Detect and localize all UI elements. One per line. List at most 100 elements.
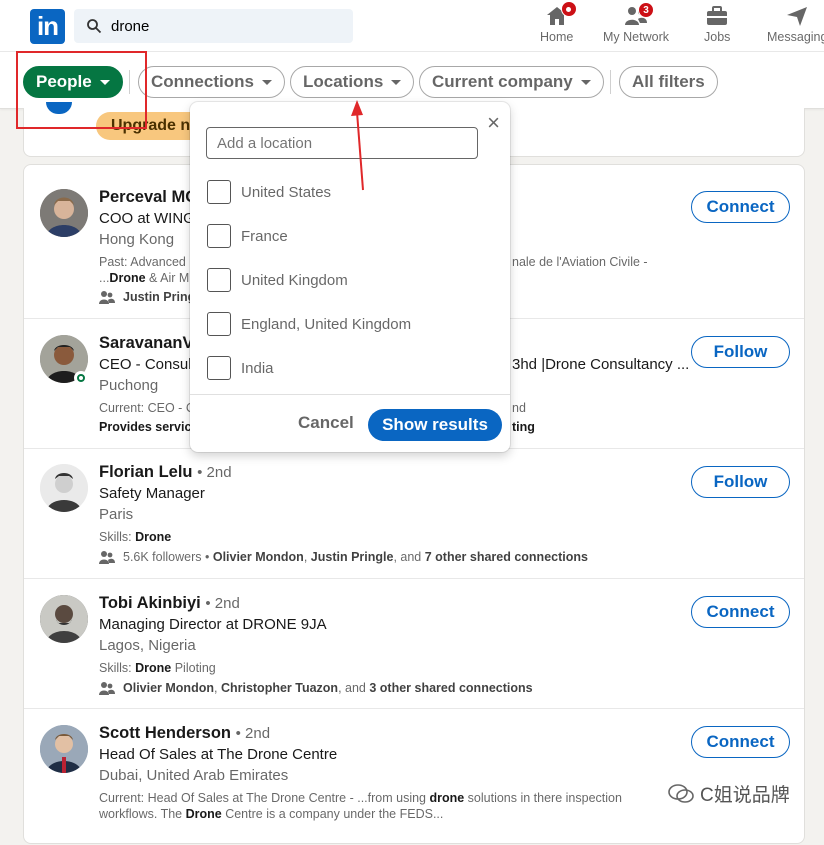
show-results-button[interactable]: Show results bbox=[368, 409, 502, 441]
filter-label: All filters bbox=[632, 72, 705, 91]
checkbox[interactable] bbox=[207, 224, 231, 248]
followers-count: 5.6K followers • bbox=[123, 550, 213, 564]
summary-line: workflows. The Drone Centre is a company… bbox=[99, 807, 443, 821]
mutual-connection[interactable]: Olivier Mondon bbox=[123, 681, 214, 695]
summary-line: ...Drone & Air M bbox=[99, 271, 189, 285]
location-option[interactable]: United Kingdom bbox=[207, 268, 348, 292]
location-option[interactable]: England, United Kingdom bbox=[207, 312, 411, 336]
filter-connections[interactable]: Connections bbox=[138, 66, 285, 98]
summary-text: solutions in there inspection bbox=[464, 791, 622, 805]
mutual-connection[interactable]: Olivier Mondon bbox=[213, 550, 304, 564]
person-name[interactable]: Scott Henderson bbox=[99, 724, 231, 742]
cancel-button[interactable]: Cancel bbox=[298, 413, 354, 433]
watermark-text: C姐说品牌 bbox=[700, 785, 790, 806]
close-icon[interactable]: × bbox=[487, 110, 500, 136]
caret-down-icon bbox=[580, 79, 591, 85]
watermark: C姐说品牌 bbox=[668, 780, 790, 807]
summary-line: nale de l'Aviation Civile - bbox=[512, 255, 648, 269]
person-location: Puchong bbox=[99, 377, 159, 394]
nav-my-network[interactable]: 3 My Network bbox=[603, 2, 669, 44]
connect-button[interactable]: Connect bbox=[691, 191, 790, 223]
avatar[interactable] bbox=[40, 464, 88, 512]
summary-highlight: ting bbox=[512, 420, 535, 434]
nav-label: Home bbox=[540, 30, 574, 44]
other-connections-link[interactable]: 7 other shared connections bbox=[425, 550, 588, 564]
caret-down-icon bbox=[391, 79, 402, 85]
linkedin-logo[interactable]: in bbox=[30, 9, 65, 44]
option-label: England, United Kingdom bbox=[241, 315, 412, 333]
follow-button[interactable]: Follow bbox=[691, 466, 790, 498]
summary-text: Centre is a company under the FEDS... bbox=[221, 807, 444, 821]
filter-current-company[interactable]: Current company bbox=[419, 66, 604, 98]
filter-label: Locations bbox=[303, 72, 384, 91]
locations-dropdown: × United States France United Kingdom En… bbox=[190, 102, 510, 452]
person-headline: COO at WING bbox=[99, 210, 195, 227]
connect-button[interactable]: Connect bbox=[691, 726, 790, 758]
home-icon bbox=[545, 1, 577, 28]
person-name[interactable]: Florian Lelu bbox=[99, 463, 193, 481]
person-name[interactable]: Tobi Akinbiyi bbox=[99, 594, 201, 612]
filter-locations[interactable]: Locations bbox=[290, 66, 415, 98]
separator-text: , and bbox=[338, 681, 370, 695]
person-name[interactable]: SaravananV bbox=[99, 334, 193, 353]
summary-line: Past: Advanced bbox=[99, 255, 186, 269]
shared-text: Olivier Mondon, Christopher Tuazon, and … bbox=[123, 681, 533, 695]
connect-button[interactable]: Connect bbox=[691, 596, 790, 628]
divider bbox=[610, 70, 611, 94]
search-input[interactable]: drone bbox=[111, 18, 149, 35]
option-label: United Kingdom bbox=[241, 271, 348, 289]
send-icon bbox=[785, 4, 809, 28]
mutual-connection[interactable]: Christopher Tuazon bbox=[221, 681, 338, 695]
summary-line: ting bbox=[512, 420, 535, 434]
wechat-icon bbox=[668, 783, 694, 803]
person-headline: Safety Manager bbox=[99, 485, 205, 502]
checkbox[interactable] bbox=[207, 180, 231, 204]
skills-label: Skills: bbox=[99, 530, 136, 544]
separator-text: , bbox=[303, 550, 311, 564]
other-connections-link[interactable]: 3 other shared connections bbox=[369, 681, 532, 695]
person-name-row: Tobi Akinbiyi • 2nd bbox=[99, 594, 240, 613]
nav-messaging[interactable]: Messaging bbox=[767, 4, 824, 44]
skills-text: Piloting bbox=[171, 661, 216, 675]
avatar[interactable] bbox=[40, 595, 88, 643]
nav-home[interactable]: Home bbox=[540, 1, 577, 44]
online-dot bbox=[77, 374, 85, 382]
people-icon bbox=[99, 682, 115, 695]
person-name[interactable]: Perceval MC bbox=[99, 188, 197, 207]
person-headline: Head Of Sales at The Drone Centre bbox=[99, 746, 338, 763]
caret-down-icon bbox=[261, 79, 272, 85]
skills-highlight: Drone bbox=[135, 661, 172, 675]
filter-all-filters[interactable]: All filters bbox=[619, 66, 718, 98]
filter-label: Connections bbox=[151, 72, 254, 91]
people-icon: 3 bbox=[624, 2, 654, 28]
follow-button[interactable]: Follow bbox=[691, 336, 790, 368]
skills-label: Skills: bbox=[99, 661, 136, 675]
checkbox[interactable] bbox=[207, 312, 231, 336]
search-bar[interactable]: drone bbox=[74, 9, 353, 43]
mutual-connection[interactable]: Justin Pringle bbox=[311, 550, 394, 564]
divider bbox=[190, 394, 510, 395]
mutual-connection[interactable]: Justin Pring bbox=[123, 290, 195, 304]
shared-text: 5.6K followers • Olivier Mondon, Justin … bbox=[123, 550, 588, 564]
person-location: Dubai, United Arab Emirates bbox=[99, 767, 289, 784]
summary-line: nd bbox=[512, 401, 526, 415]
shared-connections: Olivier Mondon, Christopher Tuazon, and … bbox=[99, 681, 533, 695]
avatar[interactable] bbox=[40, 725, 88, 773]
checkbox[interactable] bbox=[207, 268, 231, 292]
shared-connections: 5.6K followers • Olivier Mondon, Justin … bbox=[99, 550, 588, 564]
avatar[interactable] bbox=[40, 189, 88, 237]
result-row[interactable]: Florian Lelu • 2nd Safety Manager Paris … bbox=[24, 449, 804, 579]
result-row[interactable]: Tobi Akinbiyi • 2nd Managing Director at… bbox=[24, 579, 804, 709]
location-option[interactable]: United States bbox=[207, 180, 331, 204]
connection-degree: • 2nd bbox=[205, 595, 240, 612]
location-search-input[interactable] bbox=[206, 127, 478, 159]
nav-jobs[interactable]: Jobs bbox=[704, 4, 730, 44]
location-option[interactable]: India bbox=[207, 356, 274, 380]
connection-degree: • 2nd bbox=[235, 725, 271, 742]
result-row[interactable]: Scott Henderson • 2nd Head Of Sales at T… bbox=[24, 709, 804, 845]
people-icon bbox=[99, 291, 115, 304]
people-icon bbox=[99, 551, 115, 564]
checkbox[interactable] bbox=[207, 356, 231, 380]
location-option[interactable]: France bbox=[207, 224, 288, 248]
summary-text: & Air M bbox=[145, 271, 190, 285]
